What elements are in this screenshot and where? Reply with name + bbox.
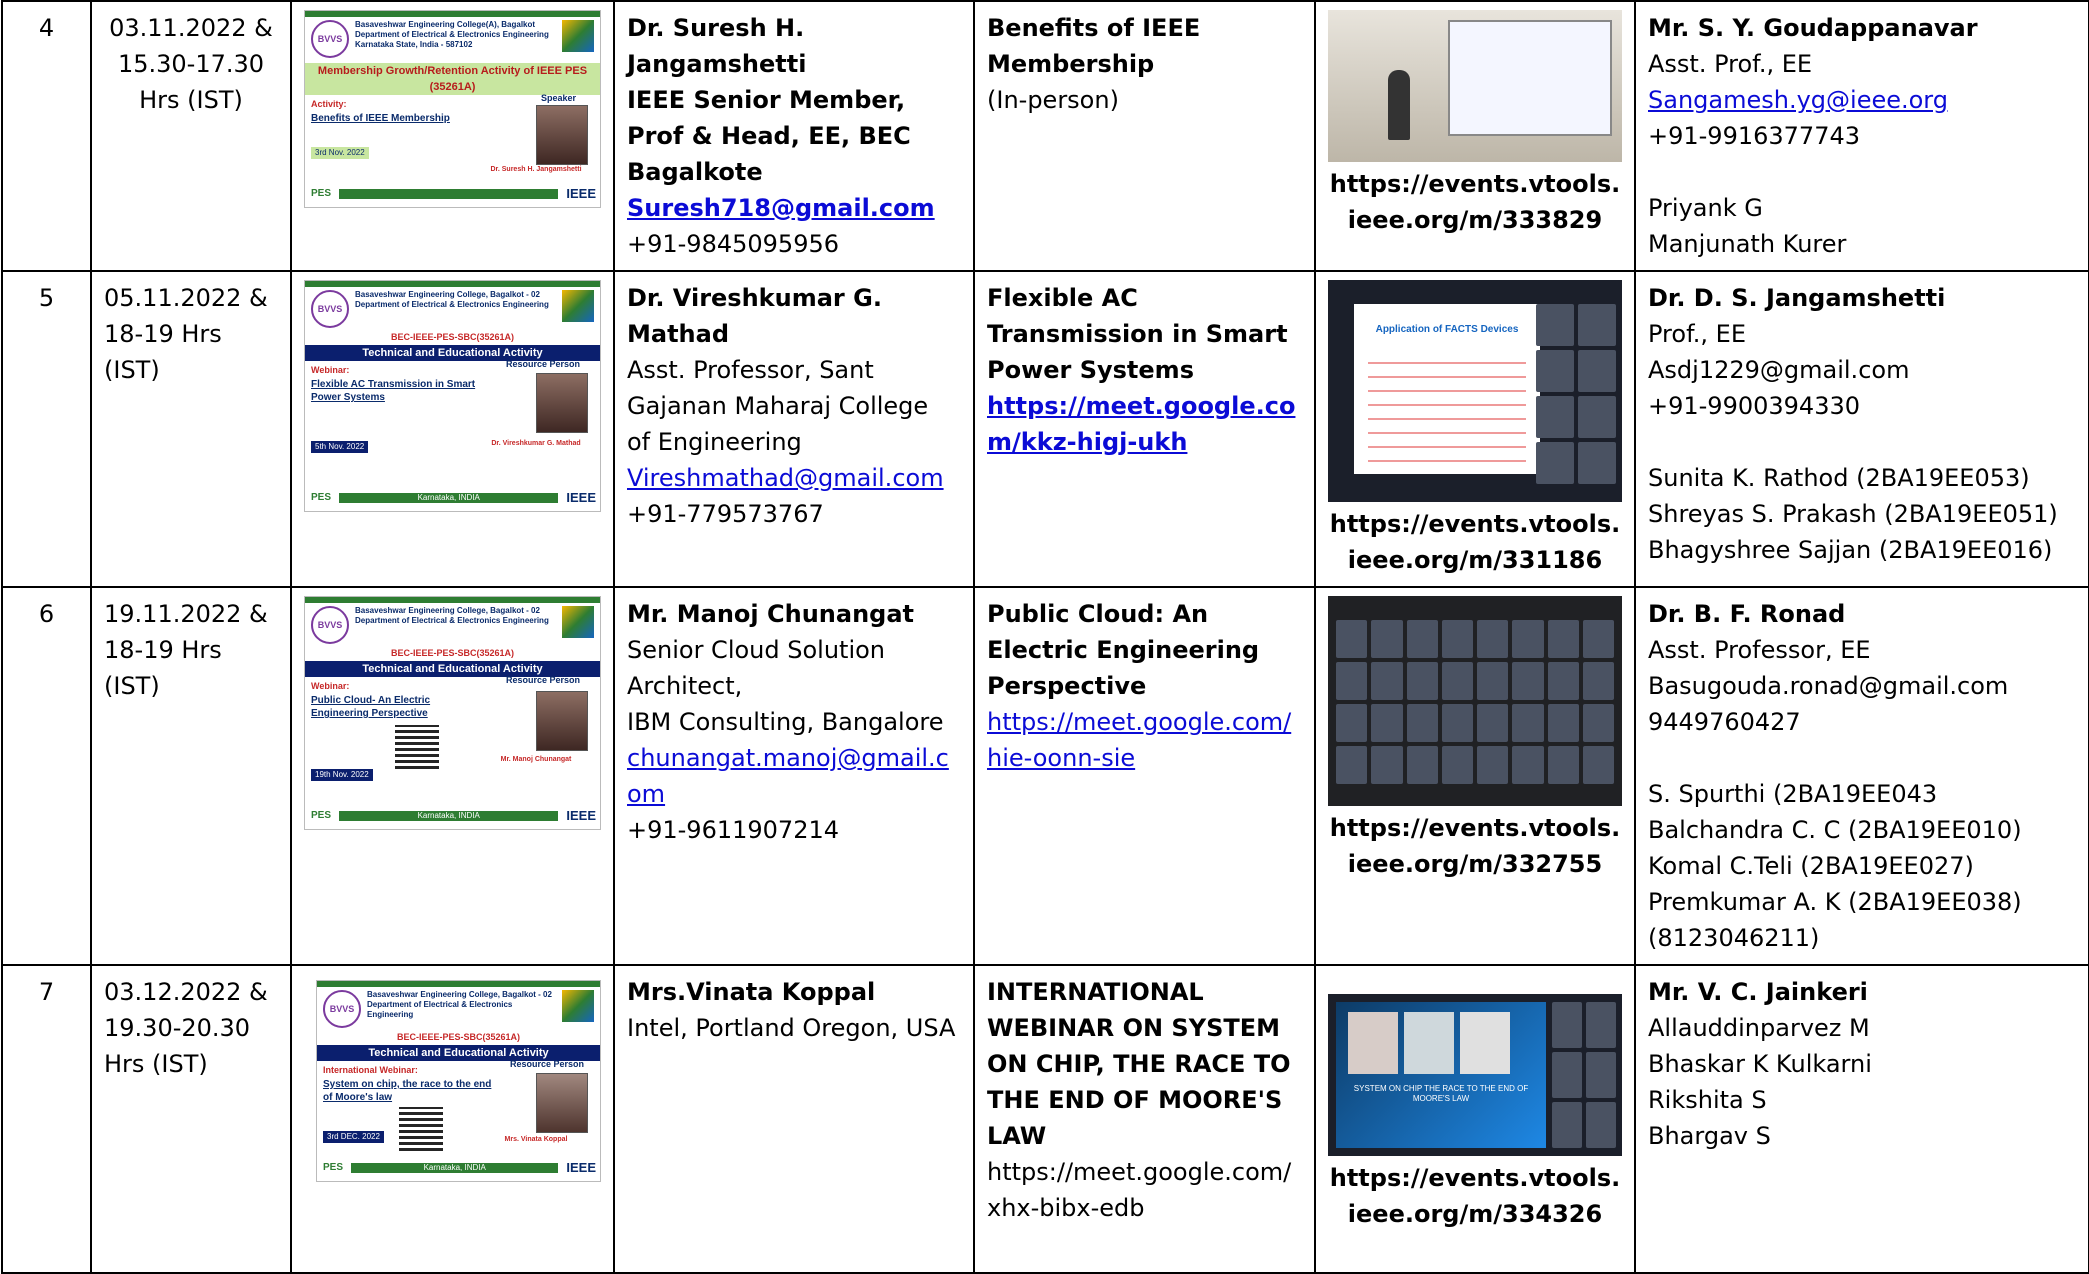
event-photo: SYSTEM ON CHIP THE RACE TO THE END OF MO… [1328, 994, 1622, 1156]
coordinator: Mr. V. C. Jainkeri Allauddinparvez M Bha… [1634, 964, 2089, 1274]
event-photo-cell: https://events.vtools.ieee.org/m/332755 [1314, 586, 1636, 966]
table-row: 7 03.12.2022 & 19.30-20.30 Hrs (IST) BVV… [1, 964, 2089, 1274]
vtools-event-link[interactable]: https://events.vtools.ieee.org/m/334326 [1328, 1160, 1622, 1232]
event-poster: BVVS Basaveshwar Engineering College, Ba… [304, 280, 601, 512]
event-poster-cell: BVVS Basaveshwar Engineering College, Ba… [290, 586, 615, 966]
table-row: 6 19.11.2022 & 18-19 Hrs (IST) BVVS Basa… [1, 586, 2089, 966]
pes-logo-icon: PES [311, 810, 332, 821]
resource-email-link[interactable]: Suresh718@gmail.com [627, 194, 935, 222]
resource-person: Mr. Manoj Chunangat Senior Cloud Solutio… [613, 586, 975, 966]
qr-code-icon [395, 725, 439, 769]
event-topic: Flexible AC Transmission in Smart Power … [973, 270, 1316, 588]
speaker-photo [536, 373, 588, 433]
serial-number: 7 [1, 964, 92, 1274]
college-logo-icon: BVVS [323, 990, 361, 1028]
event-date: 03.11.2022 & 15.30-17.30 Hrs (IST) [90, 0, 292, 272]
ieee-logo-icon: IEEE [566, 808, 596, 823]
college-logo-icon: BVVS [311, 606, 349, 644]
event-poster-cell: BVVS Basaveshwar Engineering College, Ba… [290, 270, 615, 588]
coordinator-email-link[interactable]: Sangamesh.yg@ieee.org [1648, 86, 1948, 114]
coordinator: Dr. B. F. Ronad Asst. Professor, EE Basu… [1634, 586, 2089, 966]
serial-number: 4 [1, 0, 92, 272]
event-poster: BVVS Basaveshwar Engineering College, Ba… [316, 980, 601, 1182]
vtools-event-link[interactable]: https://events.vtools.ieee.org/m/333829 [1328, 166, 1622, 238]
table-row: 4 03.11.2022 & 15.30-17.30 Hrs (IST) BVV… [1, 0, 2089, 272]
speaker-photo [536, 1073, 588, 1133]
coordinator: Dr. D. S. Jangamshetti Prof., EE Asdj122… [1634, 270, 2089, 588]
vtools-event-link[interactable]: https://events.vtools.ieee.org/m/331186 [1328, 506, 1622, 578]
ieee-logo-icon: IEEE [566, 490, 596, 505]
college-logo-icon: BVVS [311, 20, 349, 58]
table-row: 5 05.11.2022 & 18-19 Hrs (IST) BVVS Basa… [1, 270, 2089, 588]
resource-person: Mrs.Vinata Koppal Intel, Portland Oregon… [613, 964, 975, 1274]
pes-logo-icon: PES [323, 1162, 344, 1173]
resource-email-link[interactable]: Vireshmathad@gmail.com [627, 464, 944, 492]
college-logo-icon: BVVS [311, 290, 349, 328]
meeting-link[interactable]: https://meet.google.com/hie-oonn-sie [987, 708, 1291, 772]
event-poster-cell: BVVS Basaveshwar Engineering College, Ba… [290, 964, 615, 1274]
resource-email-link[interactable]: chunangat.manoj@gmail.com [627, 744, 949, 808]
ieee-logo-icon: IEEE [566, 186, 596, 201]
event-date: 19.11.2022 & 18-19 Hrs (IST) [90, 586, 292, 966]
event-photo [1328, 596, 1622, 806]
resource-person: Dr. Vireshkumar G. Mathad Asst. Professo… [613, 270, 975, 588]
event-poster-cell: BVVS Basaveshwar Engineering College(A),… [290, 0, 615, 272]
event-photo-cell: https://events.vtools.ieee.org/m/333829 [1314, 0, 1636, 272]
ieee-cube-icon [562, 290, 594, 322]
ieee-cube-icon [562, 20, 594, 52]
pes-logo-icon: PES [311, 188, 332, 199]
serial-number: 6 [1, 586, 92, 966]
coordinator: Mr. S. Y. Goudappanavar Asst. Prof., EE … [1634, 0, 2089, 272]
ieee-cube-icon [562, 606, 594, 638]
event-date: 05.11.2022 & 18-19 Hrs (IST) [90, 270, 292, 588]
event-date: 03.12.2022 & 19.30-20.30 Hrs (IST) [90, 964, 292, 1274]
event-topic: Public Cloud: An Electric Engineering Pe… [973, 586, 1316, 966]
vtools-event-link[interactable]: https://events.vtools.ieee.org/m/332755 [1328, 810, 1622, 882]
resource-person: Dr. Suresh H. Jangamshetti IEEE Senior M… [613, 0, 975, 272]
ieee-cube-icon [562, 990, 594, 1022]
serial-number: 5 [1, 270, 92, 588]
speaker-photo [536, 105, 588, 165]
events-table: 4 03.11.2022 & 15.30-17.30 Hrs (IST) BVV… [1, 0, 2089, 1274]
event-poster: BVVS Basaveshwar Engineering College, Ba… [304, 596, 601, 830]
event-topic: Benefits of IEEE Membership (In-person) [973, 0, 1316, 272]
event-photo: Application of FACTS Devices [1328, 280, 1622, 502]
qr-code-icon [399, 1107, 443, 1151]
meeting-link[interactable]: https://meet.google.com/kkz-higj-ukh [987, 392, 1295, 456]
pes-logo-icon: PES [311, 492, 332, 503]
speaker-photo [536, 691, 588, 751]
event-photo-cell: SYSTEM ON CHIP THE RACE TO THE END OF MO… [1314, 964, 1636, 1274]
event-topic: INTERNATIONAL WEBINAR ON SYSTEM ON CHIP,… [973, 964, 1316, 1274]
event-poster: BVVS Basaveshwar Engineering College(A),… [304, 10, 601, 208]
ieee-logo-icon: IEEE [566, 1160, 596, 1175]
event-photo-cell: Application of FACTS Devices https://eve… [1314, 270, 1636, 588]
event-photo [1328, 10, 1622, 162]
meeting-link[interactable]: https://meet.google.com/xhx-bibx-edb [987, 1154, 1302, 1226]
